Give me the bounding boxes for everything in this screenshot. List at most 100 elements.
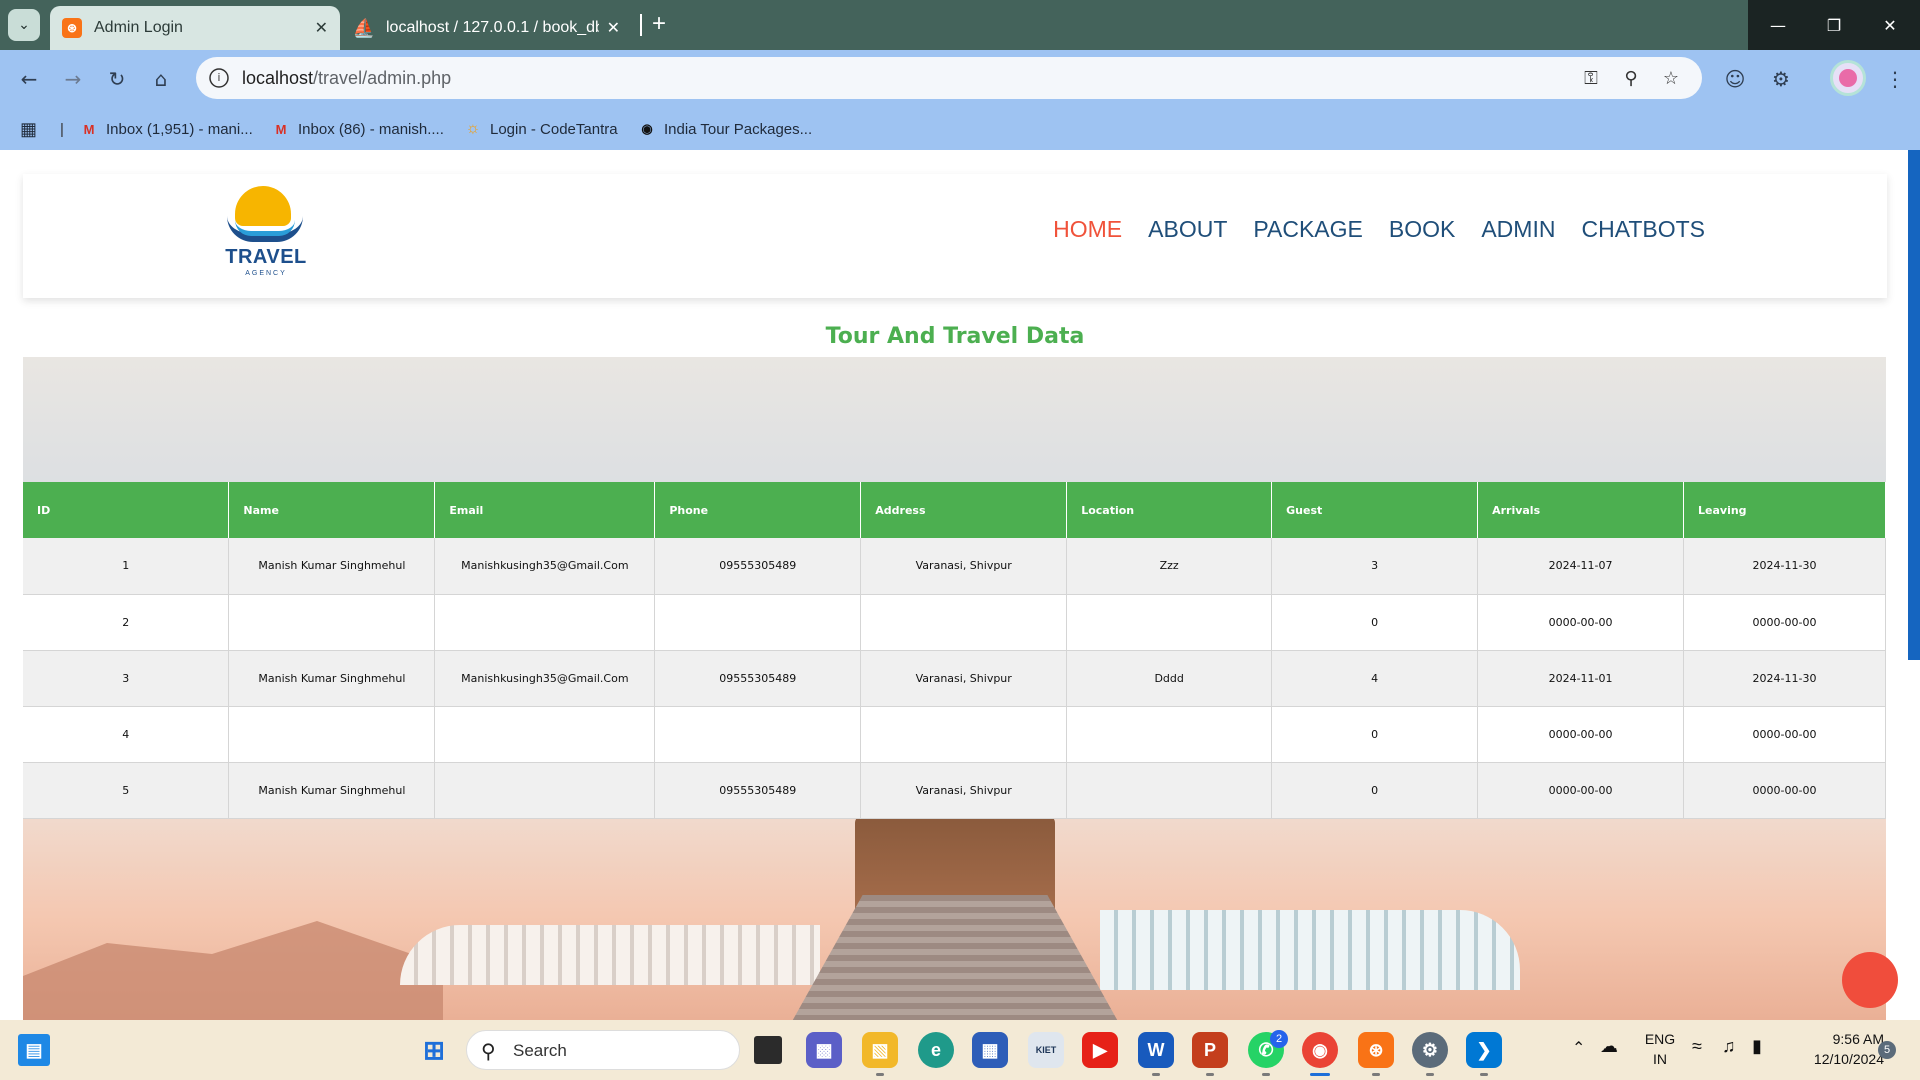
minimize-icon[interactable]: —: [1750, 0, 1806, 50]
tray-chevron-up-icon[interactable]: ⌃: [1572, 1038, 1585, 1058]
col-header-name: Name: [228, 482, 436, 538]
cell-name: [228, 706, 436, 763]
table-row: 5 Manish Kumar Singhmehul 09555305489 Va…: [23, 762, 1886, 819]
nav-chatbots[interactable]: CHATBOTS: [1581, 216, 1705, 243]
lang-bottom[interactable]: IN: [1640, 1051, 1680, 1067]
tab-title: localhost / 127.0.0.1 / book_db: [386, 19, 599, 36]
search-label: Search: [513, 1041, 567, 1060]
tab-search-icon[interactable]: ⌄: [8, 9, 40, 41]
forward-icon[interactable]: →: [58, 64, 88, 94]
col-header-email: Email: [434, 482, 656, 538]
url-host: localhost: [242, 68, 314, 88]
col-header-guest: Guest: [1271, 482, 1479, 538]
apps-grid-icon[interactable]: ▦: [20, 116, 37, 142]
clock-date[interactable]: 12/10/2024: [1784, 1051, 1884, 1067]
settings-gear-icon[interactable]: ⚙: [1412, 1032, 1448, 1068]
restore-icon[interactable]: ❐: [1806, 0, 1862, 50]
bookmark-gmail-1[interactable]: M Inbox (1,951) - mani...: [80, 116, 253, 142]
back-icon[interactable]: ←: [14, 64, 44, 94]
page-scrollbar[interactable]: [1908, 150, 1920, 660]
windows-start-icon[interactable]: ⊞: [416, 1032, 452, 1068]
new-tab-button[interactable]: +: [652, 10, 666, 38]
edge-icon[interactable]: e: [918, 1032, 954, 1068]
running-indicator: [876, 1073, 884, 1076]
nav-admin[interactable]: ADMIN: [1481, 216, 1555, 243]
address-bar[interactable]: i localhost/travel/admin.php ⚿ ⚲ ☆: [196, 57, 1702, 99]
notification-badge[interactable]: 5: [1878, 1041, 1896, 1059]
stupa-railing-left: [400, 925, 820, 985]
cell-location: [1066, 706, 1273, 763]
bookmarks-bar: ▦ | M Inbox (1,951) - mani... M Inbox (8…: [0, 108, 1920, 150]
bookmark-india-tour[interactable]: ◉ India Tour Packages...: [638, 116, 812, 142]
close-icon[interactable]: ✕: [607, 18, 620, 38]
bookmark-codetantra[interactable]: ☼ Login - CodeTantra: [464, 116, 618, 142]
lang-top[interactable]: ENG: [1640, 1031, 1680, 1047]
cell-location: Zzz: [1066, 538, 1273, 595]
xampp-taskbar-icon[interactable]: ⊛: [1358, 1032, 1394, 1068]
reload-icon[interactable]: ↻: [102, 64, 132, 94]
tab-admin-login[interactable]: ⊛ Admin Login ✕: [50, 6, 340, 50]
word-icon[interactable]: W: [1138, 1032, 1174, 1068]
bookmark-gmail-2[interactable]: M Inbox (86) - manish....: [272, 116, 444, 142]
onedrive-icon[interactable]: ☁: [1600, 1036, 1618, 1057]
cell-phone: 09555305489: [654, 650, 862, 707]
battery-icon[interactable]: ▮: [1752, 1036, 1762, 1057]
file-explorer-icon[interactable]: ▧: [862, 1032, 898, 1068]
cell-name: Manish Kumar Singhmehul: [228, 650, 436, 707]
tab-divider: [640, 14, 642, 36]
widgets-icon[interactable]: ▤: [18, 1034, 50, 1066]
india-tour-icon: ◉: [641, 121, 653, 136]
cell-id: 4: [23, 706, 230, 763]
password-key-icon[interactable]: ⚿: [1578, 65, 1604, 91]
nav-package[interactable]: PACKAGE: [1253, 216, 1363, 243]
nav-about[interactable]: ABOUT: [1148, 216, 1227, 243]
site-info-icon[interactable]: i: [209, 68, 229, 88]
table-row: 2 0 0000-00-00 0000-00-00: [23, 594, 1886, 651]
cell-guest: 0: [1271, 762, 1479, 819]
wifi-icon[interactable]: ≈: [1692, 1036, 1702, 1057]
bookmark-label: India Tour Packages...: [664, 120, 813, 138]
nav-book[interactable]: BOOK: [1389, 216, 1455, 243]
cell-location: Dddd: [1066, 650, 1273, 707]
more-menu-icon[interactable]: ⋮: [1880, 64, 1910, 94]
travel-agency-logo[interactable]: TRAVEL AGENCY: [221, 184, 311, 284]
close-icon[interactable]: ✕: [315, 18, 328, 38]
cell-leaving: 0000-00-00: [1683, 762, 1886, 819]
logo-subtext: AGENCY: [245, 270, 287, 277]
teams-icon[interactable]: ▩: [806, 1032, 842, 1068]
gmail-icon: M: [83, 121, 95, 137]
url-text[interactable]: localhost/travel/admin.php: [242, 68, 451, 89]
cell-id: 3: [23, 650, 230, 707]
running-indicator: [1262, 1073, 1270, 1076]
extension-emoji-icon[interactable]: ☺: [1720, 64, 1750, 94]
clock-time[interactable]: 9:56 AM: [1784, 1031, 1884, 1047]
vscode-icon[interactable]: ❯: [1466, 1032, 1502, 1068]
home-icon[interactable]: ⌂: [146, 64, 176, 94]
tab-phpmyadmin[interactable]: ⛵ localhost / 127.0.0.1 / book_db ✕: [342, 6, 632, 50]
cell-email: [434, 706, 656, 763]
taskbar-search[interactable]: ⚲ Search: [466, 1030, 740, 1070]
task-view-icon[interactable]: [754, 1036, 782, 1064]
chat-float-button[interactable]: [1842, 952, 1898, 1008]
site-navbar: TRAVEL AGENCY HOME ABOUT PACKAGE BOOK AD…: [23, 174, 1887, 298]
extensions-puzzle-icon[interactable]: ⚙: [1766, 64, 1796, 94]
profile-avatar[interactable]: [1830, 60, 1866, 96]
cell-guest: 4: [1271, 650, 1479, 707]
zoom-icon[interactable]: ⚲: [1618, 65, 1644, 91]
store-icon[interactable]: ▦: [972, 1032, 1008, 1068]
volume-icon[interactable]: ♫: [1722, 1036, 1736, 1057]
chrome-icon[interactable]: ◉: [1302, 1032, 1338, 1068]
window-close-icon[interactable]: ✕: [1862, 0, 1918, 50]
bookmark-star-icon[interactable]: ☆: [1658, 65, 1684, 91]
nav-home[interactable]: HOME: [1053, 216, 1122, 243]
kiet-app-icon[interactable]: KIET: [1028, 1032, 1064, 1068]
cell-arrivals: 2024-11-01: [1477, 650, 1685, 707]
youtube-icon[interactable]: ▶: [1082, 1032, 1118, 1068]
table-row: 1 Manish Kumar Singhmehul Manishkusingh3…: [23, 538, 1886, 595]
page-content: TRAVEL AGENCY HOME ABOUT PACKAGE BOOK AD…: [0, 150, 1920, 1020]
cell-address: Varanasi, Shivpur: [860, 762, 1068, 819]
col-header-arrivals: Arrivals: [1477, 482, 1685, 538]
cell-email: [434, 762, 656, 819]
cell-phone: 09555305489: [654, 538, 862, 595]
powerpoint-icon[interactable]: P: [1192, 1032, 1228, 1068]
